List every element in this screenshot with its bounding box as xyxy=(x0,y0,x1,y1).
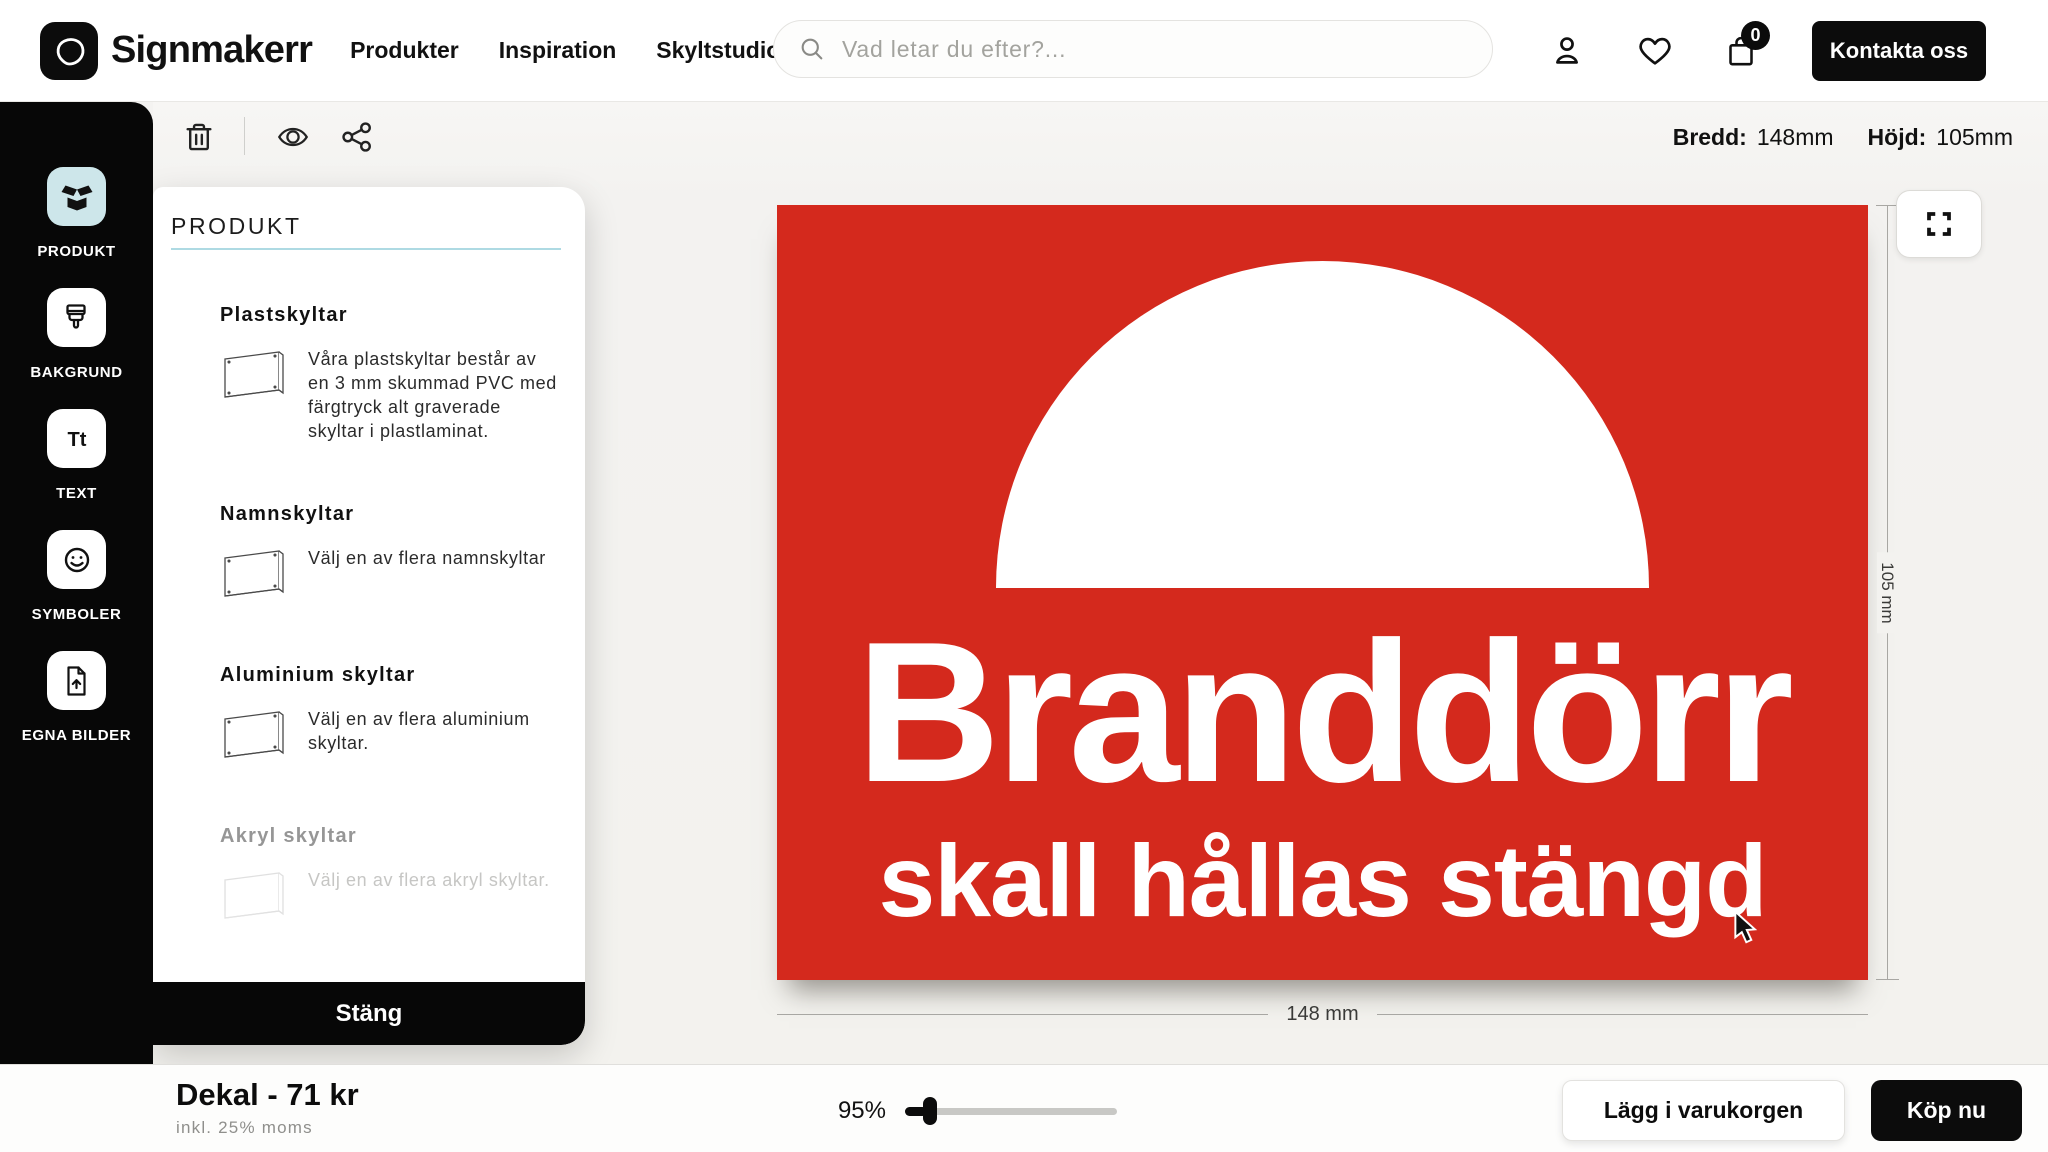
search-input[interactable] xyxy=(842,36,1468,63)
search-bar[interactable] xyxy=(773,20,1493,78)
product-option-heading: Akryl skyltar xyxy=(220,825,561,848)
account-icon[interactable] xyxy=(1549,33,1585,69)
sign-design-canvas[interactable]: Branddörr skall hållas stängd xyxy=(777,205,1868,980)
sign-panel-thumbnail-icon xyxy=(220,868,288,926)
product-price: Dekal - 71 kr xyxy=(176,1077,359,1113)
eye-preview-icon[interactable] xyxy=(276,120,310,154)
dimensions-readout: Bredd: 148mm Höjd: 105mm xyxy=(1673,124,2013,151)
sign-semicircle-shape[interactable] xyxy=(996,261,1649,588)
sign-text-line2[interactable]: skall hållas stängd xyxy=(777,830,1868,932)
buy-now-button[interactable]: Köp nu xyxy=(1871,1080,2022,1141)
panel-sections: Plastskyltar Våra plastskyltar består av… xyxy=(153,250,585,926)
width-label: Bredd: xyxy=(1673,124,1747,151)
close-panel-button[interactable]: Stäng xyxy=(153,982,585,1045)
product-panel: PRODUKT Plastskyltar Våra plastskyltar b… xyxy=(153,187,585,1045)
toolbar-divider xyxy=(244,117,245,155)
height-value: 105mm xyxy=(1936,124,2013,151)
sidebar-label: BAKGRUND xyxy=(30,364,122,382)
product-option-namnskyltar[interactable]: Namnskyltar Välj en av flera namnskyltar xyxy=(220,503,561,604)
share-icon[interactable] xyxy=(340,120,374,154)
cart-count-badge: 0 xyxy=(1741,21,1770,50)
vat-note: inkl. 25% moms xyxy=(176,1118,313,1138)
product-option-heading: Aluminium skyltar xyxy=(220,664,561,687)
sign-panel-thumbnail-icon xyxy=(220,347,288,405)
zoom-value-label: 95% xyxy=(836,1097,886,1125)
brand-logo-icon xyxy=(40,22,98,80)
text-icon: Tt xyxy=(47,409,106,468)
signmaker-app: Signmakerr Produkter Inspiration Skyltst… xyxy=(0,0,2048,1152)
smiley-icon xyxy=(47,530,106,589)
trash-icon[interactable] xyxy=(182,120,216,154)
sidebar-label: SYMBOLER xyxy=(32,606,122,624)
fullscreen-button[interactable] xyxy=(1896,190,1982,258)
width-value: 148mm xyxy=(1757,124,1834,151)
width-dimension-line: 148 mm xyxy=(777,1002,1868,1026)
favorites-heart-icon[interactable] xyxy=(1637,33,1673,69)
brand-name: Signmakerr xyxy=(111,29,312,72)
height-dimension-label: 105 mm xyxy=(1877,552,1897,633)
product-option-description: Välj en av flera aluminium skyltar. xyxy=(308,707,561,765)
product-option-akryl-skyltar[interactable]: Akryl skyltar Välj en av flera akryl sky… xyxy=(220,825,561,926)
image-upload-icon xyxy=(47,651,106,710)
add-to-cart-button[interactable]: Lägg i varukorgen xyxy=(1562,1080,1845,1141)
panel-title: PRODUKT xyxy=(171,213,561,250)
paintbrush-icon xyxy=(47,288,106,347)
sidebar-item-text[interactable]: Tt TEXT xyxy=(47,409,106,503)
product-option-heading: Plastskyltar xyxy=(220,304,561,327)
main-nav: Produkter Inspiration Skyltstudion xyxy=(350,37,794,64)
product-option-description: Välj en av flera akryl skyltar. xyxy=(308,868,561,926)
sidebar-label: TEXT xyxy=(56,485,97,503)
nav-link-inspiration[interactable]: Inspiration xyxy=(499,37,617,64)
contact-us-button[interactable]: Kontakta oss xyxy=(1812,21,1986,81)
sidebar-label: EGNA BILDER xyxy=(22,727,131,745)
sidebar-item-symboler[interactable]: SYMBOLER xyxy=(32,530,122,624)
editor-sidebar: PRODUKT BAKGRUND Tt TEXT xyxy=(0,102,153,1152)
package-icon xyxy=(47,167,106,226)
top-navbar: Signmakerr Produkter Inspiration Skyltst… xyxy=(0,0,2048,102)
search-icon xyxy=(798,35,826,63)
product-option-heading: Namnskyltar xyxy=(220,503,561,526)
sidebar-item-produkt[interactable]: PRODUKT xyxy=(37,167,115,261)
maximize-icon xyxy=(1924,209,1954,239)
product-option-description: Välj en av flera namnskyltar xyxy=(308,546,561,604)
nav-link-produkter[interactable]: Produkter xyxy=(350,37,459,64)
zoom-slider[interactable] xyxy=(905,1097,1117,1125)
design-canvas-area: Bredd: 148mm Höjd: 105mm PRODUKT Plastsk… xyxy=(153,102,2048,1064)
checkout-footer: Dekal - 71 kr inkl. 25% moms 95% Lägg i … xyxy=(0,1064,2048,1152)
product-option-aluminium-skyltar[interactable]: Aluminium skyltar Välj en av flera alumi… xyxy=(220,664,561,765)
zoom-slider-thumb[interactable] xyxy=(923,1097,937,1125)
sign-text-line1[interactable]: Branddörr xyxy=(777,613,1868,813)
sidebar-label: PRODUKT xyxy=(37,243,115,261)
sign-panel-thumbnail-icon xyxy=(220,546,288,604)
svg-text:Tt: Tt xyxy=(67,429,86,451)
product-option-description: Våra plastskyltar består av en 3 mm skum… xyxy=(308,347,561,443)
height-label: Höjd: xyxy=(1868,124,1927,151)
brand-logo-group[interactable]: Signmakerr xyxy=(40,22,312,80)
sidebar-item-bakgrund[interactable]: BAKGRUND xyxy=(30,288,122,382)
sidebar-item-egna-bilder[interactable]: EGNA BILDER xyxy=(22,651,131,745)
height-dimension-line: 105 mm xyxy=(1876,205,1900,980)
product-option-plastskyltar[interactable]: Plastskyltar Våra plastskyltar består av… xyxy=(220,304,561,443)
cart-button[interactable]: 0 xyxy=(1723,33,1759,69)
width-dimension-label: 148 mm xyxy=(1268,1003,1376,1026)
sign-panel-thumbnail-icon xyxy=(220,707,288,765)
